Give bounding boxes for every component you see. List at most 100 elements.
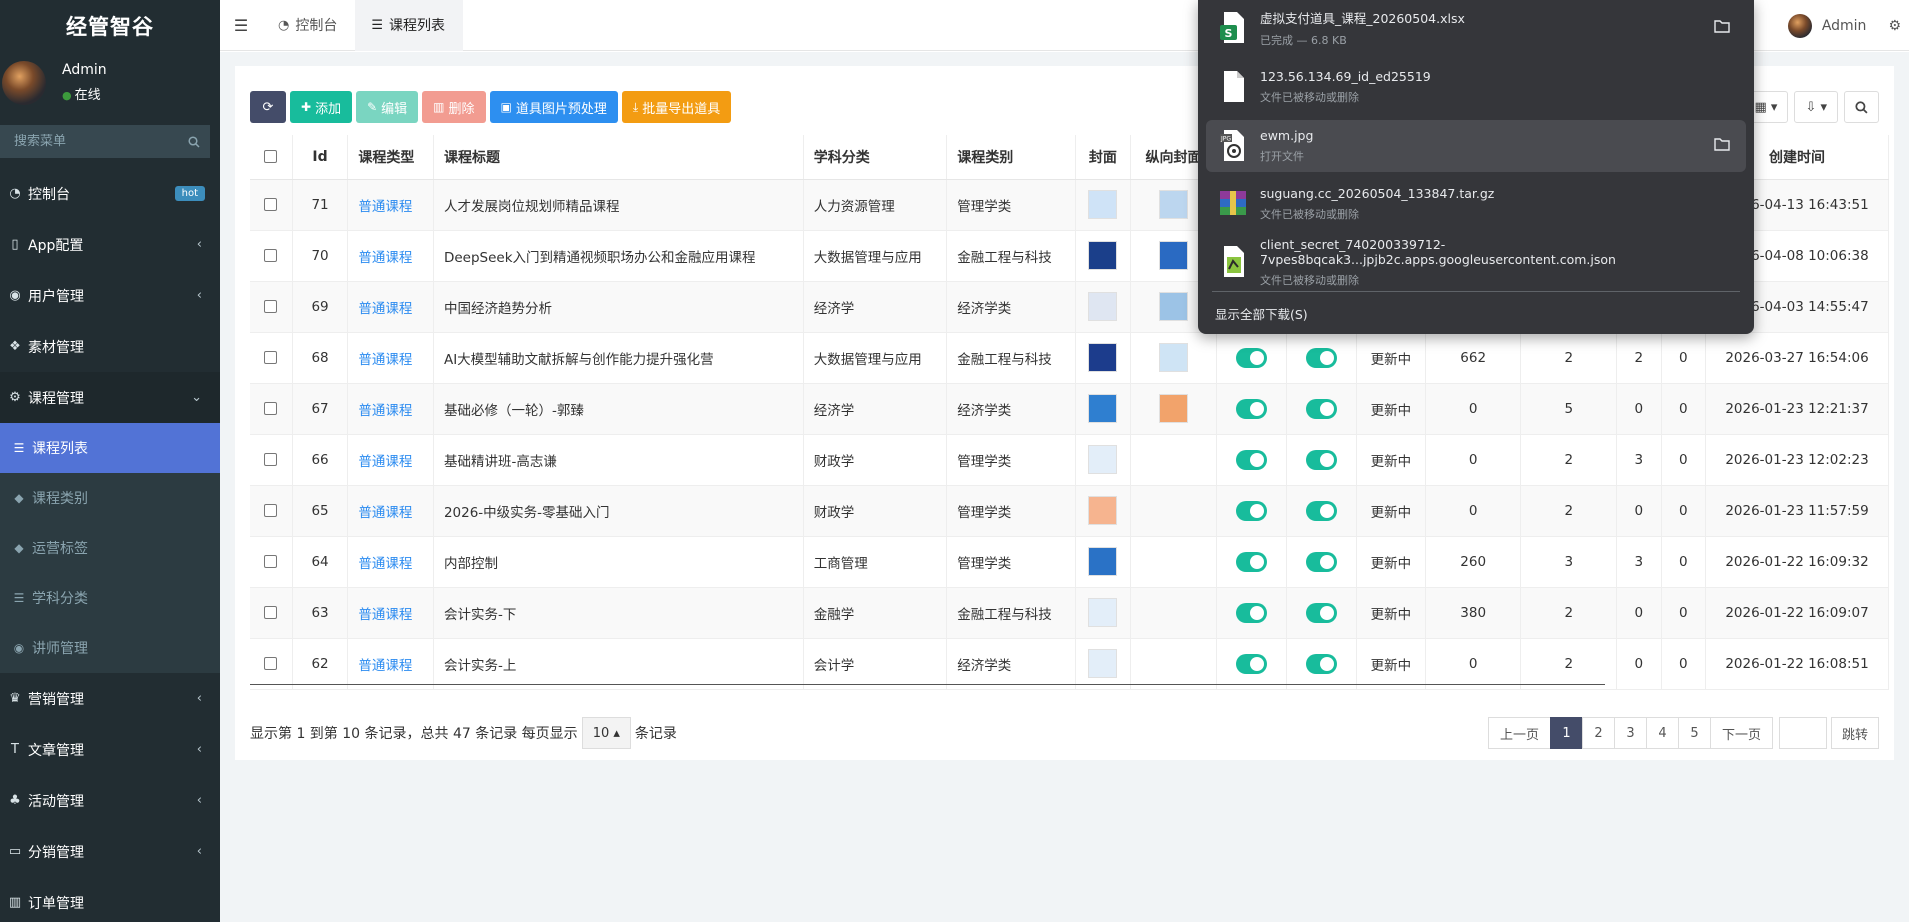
table-scrollbar[interactable] [250,684,1605,685]
vertical-cover-thumbnail[interactable] [1159,394,1189,423]
toggle-switch[interactable] [1235,398,1267,419]
menu-search[interactable] [0,125,210,158]
select-all-checkbox[interactable] [264,150,278,164]
download-item[interactable]: S 虚拟支付道具_课程_20260504.xlsx 已完成 — 6.8 KB [1206,2,1746,54]
row-checkbox[interactable] [264,504,278,517]
sidebar-item-users[interactable]: ◉ 用户管理 ‹ [0,270,220,321]
toggle-switch[interactable] [1235,500,1267,521]
menu-search-input[interactable] [14,134,174,149]
search-icon[interactable] [188,135,200,148]
row-select-cell[interactable] [250,587,293,639]
jump-page-input[interactable] [1778,717,1827,749]
col-title[interactable]: 课程标题 [433,135,804,180]
sidebar-item-course-category[interactable]: ◆ 课程类别 [0,473,220,523]
toggle-switch[interactable] [1305,398,1337,419]
sidebar-item-app-config[interactable]: ▯ App配置 ‹ [0,219,220,270]
sidebar-item-courses[interactable]: ⚙ 课程管理 ⌄ [0,372,220,423]
app-logo[interactable]: 经管智谷 [0,0,220,51]
col-category[interactable]: 课程类别 [946,135,1076,180]
course-type-link[interactable]: 普通课程 [358,658,412,674]
toggle-switch[interactable] [1235,347,1267,368]
col-type[interactable]: 课程类型 [347,135,434,180]
sidebar-item-activities[interactable]: ♣ 活动管理 ‹ [0,775,220,826]
col-subject[interactable]: 学科分类 [803,135,948,180]
add-button[interactable]: ✚ 添加 [290,91,353,123]
row-select-cell[interactable] [250,230,293,282]
vertical-cover-thumbnail[interactable] [1159,190,1189,219]
table-row[interactable]: 68 普通课程 AI大模型辅助文献拆解与创作能力提升强化营 大数据管理与应用 金融工程与… [250,332,1889,384]
header-user-name[interactable]: Admin [1822,18,1867,34]
refresh-button[interactable]: ⟳ [250,91,286,123]
folder-icon[interactable] [1714,19,1730,33]
row-select-cell[interactable] [250,179,293,231]
table-row[interactable]: 67 普通课程 基础必修（一轮）-郭臻 经济学 经济学类 更新中 0 5 0 0 2026-01-2… [250,383,1889,435]
course-type-link[interactable]: 普通课程 [358,556,412,572]
row-checkbox[interactable] [264,606,278,619]
toggle-switch[interactable] [1235,602,1267,623]
row-select-cell[interactable] [250,281,293,333]
export-dropdown-button[interactable]: ⇩ ▾ [1794,91,1838,123]
course-type-link[interactable]: 普通课程 [358,199,412,215]
tab-course-list[interactable]: ☰ 课程列表 [355,0,463,51]
row-checkbox[interactable] [264,351,278,364]
row-checkbox[interactable] [264,402,278,415]
avatar[interactable] [1787,13,1812,38]
page-size-select[interactable]: 10 ▴ [581,717,631,749]
course-type-link[interactable]: 普通课程 [358,454,412,470]
row-select-cell[interactable] [250,485,293,537]
vertical-cover-thumbnail[interactable] [1159,292,1189,321]
download-item[interactable]: suguang.cc_20260504_133847.tar.gz 文件已被移动… [1206,178,1746,230]
toggle-switch[interactable] [1305,602,1337,623]
sidebar-item-orders[interactable]: ▥ 订单管理 [0,877,220,922]
jump-button[interactable]: 跳转 [1830,717,1879,749]
cover-thumbnail[interactable] [1088,394,1118,423]
row-select-cell[interactable] [250,434,293,486]
course-type-link[interactable]: 普通课程 [358,352,412,368]
row-checkbox[interactable] [264,300,278,313]
next-page-button[interactable]: 下一页 [1709,717,1773,749]
course-type-link[interactable]: 普通课程 [358,250,412,266]
sidebar-item-dashboard[interactable]: ◔ 控制台 hot [0,168,220,219]
cover-thumbnail[interactable] [1088,598,1118,627]
col-id[interactable]: Id [292,135,349,180]
page-button[interactable]: 2 [1581,717,1615,749]
image-preprocess-button[interactable]: ▣ 道具图片预处理 [489,91,618,123]
cover-thumbnail[interactable] [1088,190,1118,219]
sidebar-item-lecturers[interactable]: ◉ 讲师管理 [0,623,220,673]
table-row[interactable]: 65 普通课程 2026-中级实务-零基础入门 财政学 管理学类 更新中 0 2 0 0 2026-… [250,485,1889,537]
edit-button[interactable]: ✎ 编辑 [356,91,419,123]
cover-thumbnail[interactable] [1088,547,1118,576]
select-all-cell[interactable] [250,135,293,180]
row-checkbox[interactable] [264,249,278,262]
sidebar-item-operation-tags[interactable]: ◆ 运营标签 [0,523,220,573]
table-row[interactable]: 63 普通课程 会计实务-下 金融学 金融工程与科技 更新中 380 2 0 0 2026-01-2… [250,587,1889,639]
row-select-cell[interactable] [250,332,293,384]
vertical-cover-thumbnail[interactable] [1159,241,1189,270]
toggle-switch[interactable] [1305,500,1337,521]
gear-icon[interactable]: ⚙ [1888,18,1901,34]
sidebar-item-articles[interactable]: T 文章管理 ‹ [0,724,220,775]
prev-page-button[interactable]: 上一页 [1487,717,1551,749]
toggle-switch[interactable] [1305,653,1337,674]
toggle-switch[interactable] [1235,551,1267,572]
page-button[interactable]: 1 [1549,717,1583,749]
table-search-button[interactable] [1844,91,1879,123]
cover-thumbnail[interactable] [1088,292,1118,321]
col-cover[interactable]: 封面 [1075,135,1132,180]
cover-thumbnail[interactable] [1088,445,1118,474]
vertical-cover-thumbnail[interactable] [1159,343,1189,372]
toggle-switch[interactable] [1305,347,1337,368]
row-select-cell[interactable] [250,638,293,690]
page-button[interactable]: 5 [1677,717,1711,749]
sidebar-item-course-list[interactable]: ☰ 课程列表 [0,423,220,473]
course-type-link[interactable]: 普通课程 [358,301,412,317]
show-all-downloads-link[interactable]: 显示全部下载(S) [1215,304,1308,323]
row-select-cell[interactable] [250,536,293,588]
folder-icon[interactable] [1714,137,1730,151]
page-button[interactable]: 3 [1613,717,1647,749]
cover-thumbnail[interactable] [1088,496,1118,525]
row-checkbox[interactable] [264,657,278,670]
delete-button[interactable]: ▥ 删除 [422,91,486,123]
sidebar-item-distribution[interactable]: ▭ 分销管理 ‹ [0,826,220,877]
sidebar-item-marketing[interactable]: ♛ 营销管理 ‹ [0,673,220,724]
